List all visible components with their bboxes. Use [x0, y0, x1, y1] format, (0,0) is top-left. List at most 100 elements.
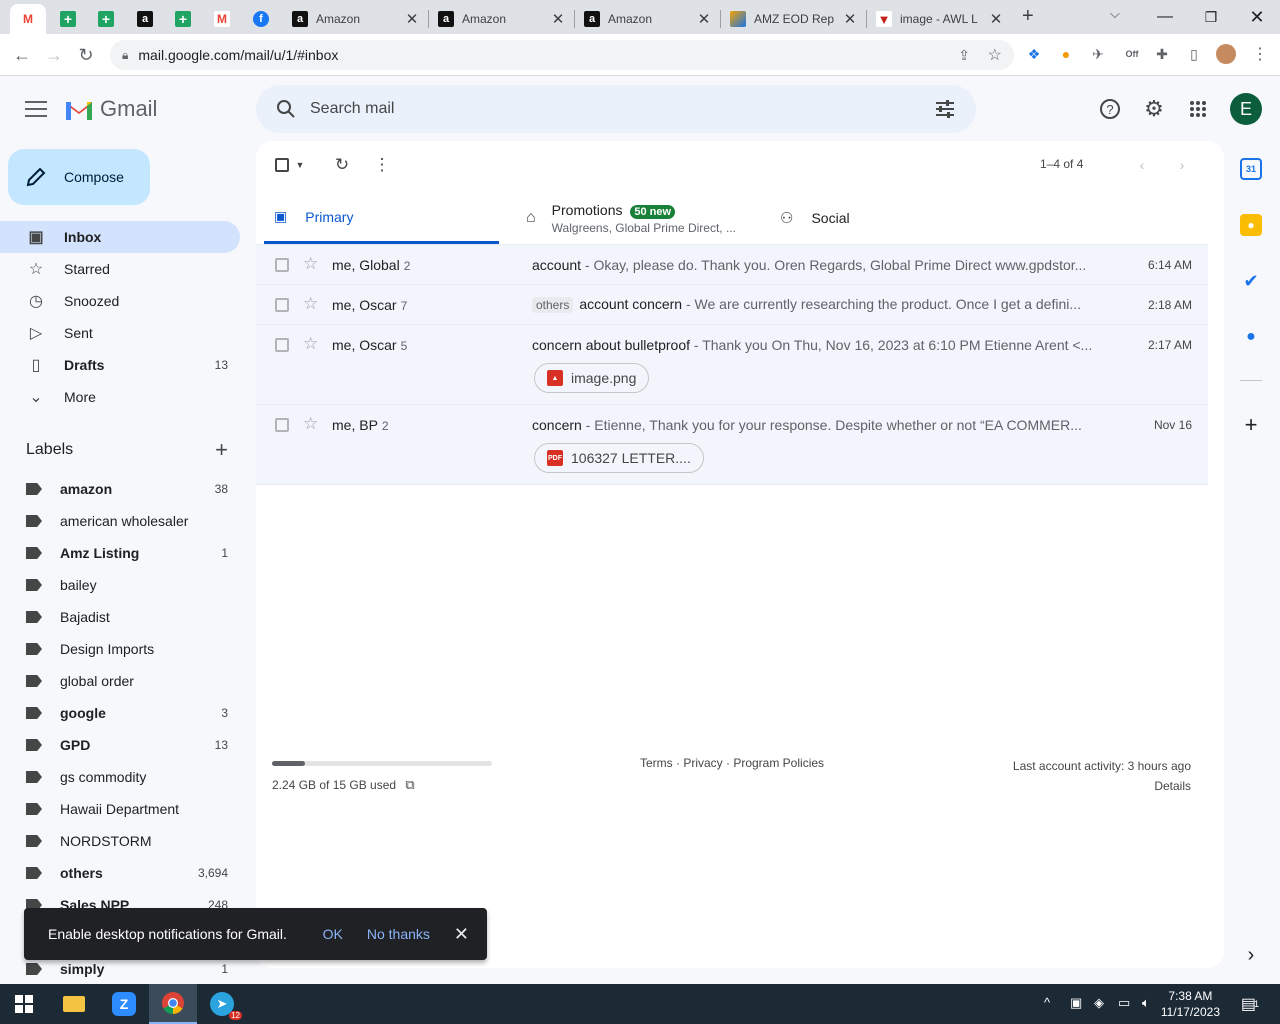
restore-icon[interactable]: ❐	[1188, 0, 1234, 34]
tray-app-icon[interactable]: ◈	[1094, 995, 1104, 1011]
extension-icon[interactable]: ●	[1056, 44, 1076, 64]
refresh-icon[interactable]: ↻	[330, 153, 354, 177]
ok-button[interactable]: OK	[323, 926, 343, 942]
storage-usage[interactable]: 2.24 GB of 15 GB used ⧉	[272, 777, 415, 793]
apps-grid-icon[interactable]	[1184, 95, 1212, 123]
search-input[interactable]	[310, 100, 934, 118]
address-bar[interactable]: 🔒︎ mail.google.com/mail/u/1/#inbox ⇪ ☆	[110, 40, 1014, 70]
row-checkbox[interactable]	[275, 298, 289, 312]
tab-sheets-2[interactable]: +	[88, 4, 124, 34]
bookmark-star-icon[interactable]: ☆	[988, 45, 1002, 65]
close-icon[interactable]: ✕	[454, 924, 469, 945]
tray-chevron-up-icon[interactable]: ^	[1044, 995, 1050, 1010]
prev-page-icon[interactable]: ‹	[1130, 153, 1154, 177]
extension-icon[interactable]: ✈	[1088, 44, 1108, 64]
open-external-icon[interactable]: ⧉	[405, 777, 414, 792]
label-item-nordstorm[interactable]: NORDSTORM	[0, 825, 240, 857]
label-item-others[interactable]: others 3,694	[0, 857, 240, 889]
tab-close-icon[interactable]: ✕	[550, 10, 566, 28]
label-item-hawaii-department[interactable]: Hawaii Department	[0, 793, 240, 825]
tab-amazon-2[interactable]: a Amazon ✕	[430, 4, 574, 34]
search-bar[interactable]	[256, 85, 976, 133]
tab-search-chevron-icon[interactable]: ⌵	[1110, 6, 1120, 22]
attachment-chip[interactable]: ▲ image.png	[534, 363, 650, 393]
row-checkbox[interactable]	[275, 258, 289, 272]
tab-amazon-pinned[interactable]: a	[127, 4, 163, 34]
row-checkbox[interactable]	[275, 418, 289, 432]
email-row[interactable]: ☆ me, Oscar 7 others account concern - We …	[256, 285, 1208, 325]
nav-item-starred[interactable]: ☆ Starred	[0, 253, 240, 285]
window-close-icon[interactable]: ✕	[1234, 0, 1280, 34]
tab-close-icon[interactable]: ✕	[842, 10, 858, 28]
next-page-icon[interactable]: ›	[1170, 153, 1194, 177]
back-arrow-icon[interactable]: ←	[9, 42, 35, 68]
more-actions-icon[interactable]: ⋮	[370, 153, 394, 177]
tab-primary[interactable]: ▣ Primary	[264, 192, 499, 244]
contacts-icon[interactable]: ●	[1240, 326, 1262, 348]
tab-image-awl[interactable]: ▼ image - AWL L ✕	[868, 4, 1012, 34]
nav-item-sent[interactable]: ▷ Sent	[0, 317, 240, 349]
label-item-american-wholesaler[interactable]: american wholesaler	[0, 505, 240, 537]
settings-gear-icon[interactable]: ⚙	[1140, 95, 1168, 123]
email-row[interactable]: ☆ me, Oscar 5 concern about bulletproof -…	[256, 325, 1208, 405]
zoom-app-icon[interactable]: Z	[100, 984, 148, 1024]
keep-icon[interactable]: ●	[1240, 214, 1262, 236]
details-link[interactable]: Details	[960, 776, 1191, 796]
label-item-gpd[interactable]: GPD 13	[0, 729, 240, 761]
star-icon[interactable]: ☆	[303, 254, 318, 274]
label-item-global-order[interactable]: global order	[0, 665, 240, 697]
show-side-panel-chevron-icon[interactable]: ›	[1240, 944, 1262, 966]
side-panel-icon[interactable]: ▯	[1184, 44, 1204, 64]
nav-item-drafts[interactable]: ▯ Drafts 13	[0, 349, 240, 381]
email-row[interactable]: ☆ me, Global 2 account - Okay, please do.…	[256, 245, 1208, 285]
help-icon[interactable]: ?	[1096, 95, 1124, 123]
label-item-amz-listing[interactable]: Amz Listing 1	[0, 537, 240, 569]
forward-arrow-icon[interactable]: →	[41, 42, 67, 68]
tab-close-icon[interactable]: ✕	[696, 10, 712, 28]
star-icon[interactable]: ☆	[303, 334, 318, 354]
minimize-icon[interactable]: —	[1142, 0, 1188, 34]
tab-promotions[interactable]: ⌂ Promotions 50 new Walgreens, Global Pr…	[510, 192, 760, 244]
label-item-bailey[interactable]: bailey	[0, 569, 240, 601]
label-chip[interactable]: others	[532, 297, 574, 313]
gmail-logo[interactable]: Gmail	[64, 96, 157, 122]
tab-sheets-1[interactable]: +	[50, 4, 86, 34]
nav-item-more[interactable]: ⌄ More	[0, 381, 240, 413]
telegram-app-icon[interactable]: ➤ 12	[198, 984, 246, 1024]
tab-amz-eod[interactable]: AMZ EOD Rep ✕	[722, 4, 866, 34]
footer-links[interactable]: Terms · Privacy · Program Policies	[640, 756, 824, 770]
nav-item-inbox[interactable]: ▣ Inbox	[0, 221, 240, 253]
select-dropdown-icon[interactable]: ▼	[292, 153, 308, 177]
tab-amazon-1[interactable]: a Amazon ✕	[284, 4, 428, 34]
nav-item-snoozed[interactable]: ◷ Snoozed	[0, 285, 240, 317]
label-item-design-imports[interactable]: Design Imports	[0, 633, 240, 665]
profile-avatar-icon[interactable]	[1216, 44, 1236, 64]
attachment-chip[interactable]: PDF 106327 LETTER....	[534, 443, 704, 473]
add-label-plus-icon[interactable]: +	[215, 437, 228, 463]
account-avatar[interactable]: E	[1230, 93, 1262, 125]
reload-icon[interactable]: ↻	[73, 42, 99, 68]
label-item-google[interactable]: google 3	[0, 697, 240, 729]
tab-social[interactable]: ⚇ Social	[770, 192, 1010, 244]
extension-icon[interactable]: ❖	[1024, 44, 1044, 64]
taskbar-clock[interactable]: 7:38 AM 11/17/2023	[1161, 988, 1220, 1020]
compose-button[interactable]: Compose	[8, 149, 150, 205]
notifications-icon[interactable]: ▤ 1	[1226, 984, 1274, 1024]
no-thanks-button[interactable]: No thanks	[367, 926, 430, 942]
chrome-app-icon[interactable]	[149, 984, 197, 1024]
label-item-amazon[interactable]: amazon 38	[0, 473, 240, 505]
star-icon[interactable]: ☆	[303, 414, 318, 434]
share-icon[interactable]: ⇪	[958, 47, 970, 64]
network-icon[interactable]: ▭	[1118, 995, 1130, 1011]
windows-start-icon[interactable]	[0, 984, 48, 1024]
select-all-checkbox[interactable]	[270, 153, 294, 177]
file-explorer-icon[interactable]	[50, 984, 98, 1024]
search-options-icon[interactable]	[934, 99, 956, 119]
tab-gmail-pinned[interactable]: M	[10, 4, 46, 34]
extension-off-icon[interactable]: Off	[1122, 44, 1142, 64]
row-checkbox[interactable]	[275, 338, 289, 352]
tab-gmail-2[interactable]: M	[204, 4, 240, 34]
star-icon[interactable]: ☆	[303, 294, 318, 314]
tab-amazon-3[interactable]: a Amazon ✕	[576, 4, 720, 34]
label-item-gs-commodity[interactable]: gs commodity	[0, 761, 240, 793]
